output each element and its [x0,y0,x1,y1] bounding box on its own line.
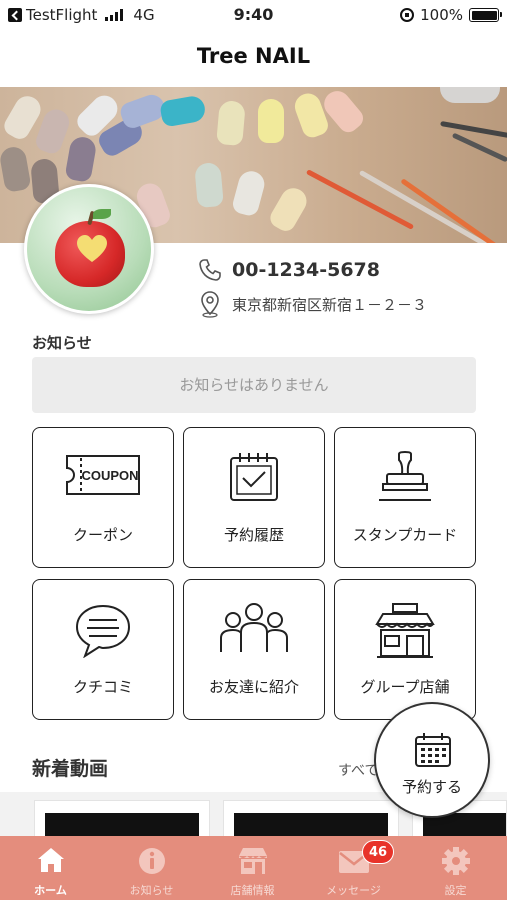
tab-news[interactable]: お知らせ [101,836,202,900]
message-count-badge: 46 [362,840,394,864]
phone-number[interactable]: 00-1234-5678 [232,259,380,281]
video-card[interactable] [223,800,399,837]
reserve-button[interactable]: 予約する [374,702,490,818]
shop-avatar [24,184,154,314]
tab-messages-label: メッセージ [326,884,381,897]
tab-bar: ホーム お知らせ 店舗情報 46 メッセージ 設定 [0,836,507,900]
video-thumbnail [45,813,199,837]
heart-shape [77,235,107,262]
map-pin-icon [201,291,219,318]
tab-home[interactable]: ホーム [0,836,101,900]
coupon-icon: COUPON [66,455,140,495]
phone-icon [199,259,221,281]
tab-home-label: ホーム [34,884,67,897]
refer-friend-label: お友達に紹介 [208,678,299,696]
stamp-card-tile[interactable]: スタンプカード [334,427,476,568]
storefront-icon [375,603,435,658]
reviews-tile[interactable]: クチコミ [32,579,174,720]
battery-percent: 100% [420,6,463,24]
tab-store-info-label: 店舗情報 [230,884,275,897]
stamp-card-label: スタンプカード [352,526,458,544]
stamp-icon [379,450,431,501]
coupon-icon-text: COUPON [81,468,138,483]
tab-messages[interactable]: 46 メッセージ [303,836,404,900]
see-all-link[interactable]: すべて [338,760,378,780]
news-empty-box: お知らせはありません [32,357,476,413]
new-videos-title: 新着動画 [32,758,109,780]
tab-settings[interactable]: 設定 [404,836,507,900]
chat-bubble-icon [75,604,131,658]
news-label: お知らせ [32,334,92,352]
tab-settings-label: 設定 [444,884,467,897]
address-row[interactable]: 東京都新宿区新宿１－２－３ [198,290,427,318]
tab-news-label: お知らせ [129,884,174,897]
coupon-label: クーポン [72,526,133,544]
store-icon [238,848,267,874]
calendar-check-icon [230,453,278,501]
gear-icon [441,847,470,875]
page-title: Tree NAIL [196,44,311,68]
tab-store-info[interactable]: 店舗情報 [202,836,303,900]
battery-icon [469,8,502,22]
friends-icon [220,603,288,652]
info-icon [138,848,165,874]
address-text[interactable]: 東京都新宿区新宿１－２－３ [232,294,427,315]
status-bar: TestFlight 4G 9:40 100% [0,0,507,32]
reviews-label: クチコミ [72,678,133,696]
refer-friend-tile[interactable]: お友達に紹介 [183,579,325,720]
group-stores-label: グループ店舗 [360,678,450,696]
reservation-history-label: 予約履歴 [223,526,284,544]
reserve-button-label: 予約する [401,778,462,796]
phone-row[interactable]: 00-1234-5678 [198,258,380,282]
video-card[interactable] [34,800,210,837]
coupon-tile[interactable]: COUPON クーポン [32,427,174,568]
reservation-history-tile[interactable]: 予約履歴 [183,427,325,568]
status-right: 100% [400,6,502,24]
orientation-lock-icon [400,8,415,22]
group-stores-tile[interactable]: グループ店舗 [334,579,476,720]
calendar-icon [415,733,451,767]
home-icon [37,848,64,872]
video-thumbnail [234,813,388,837]
